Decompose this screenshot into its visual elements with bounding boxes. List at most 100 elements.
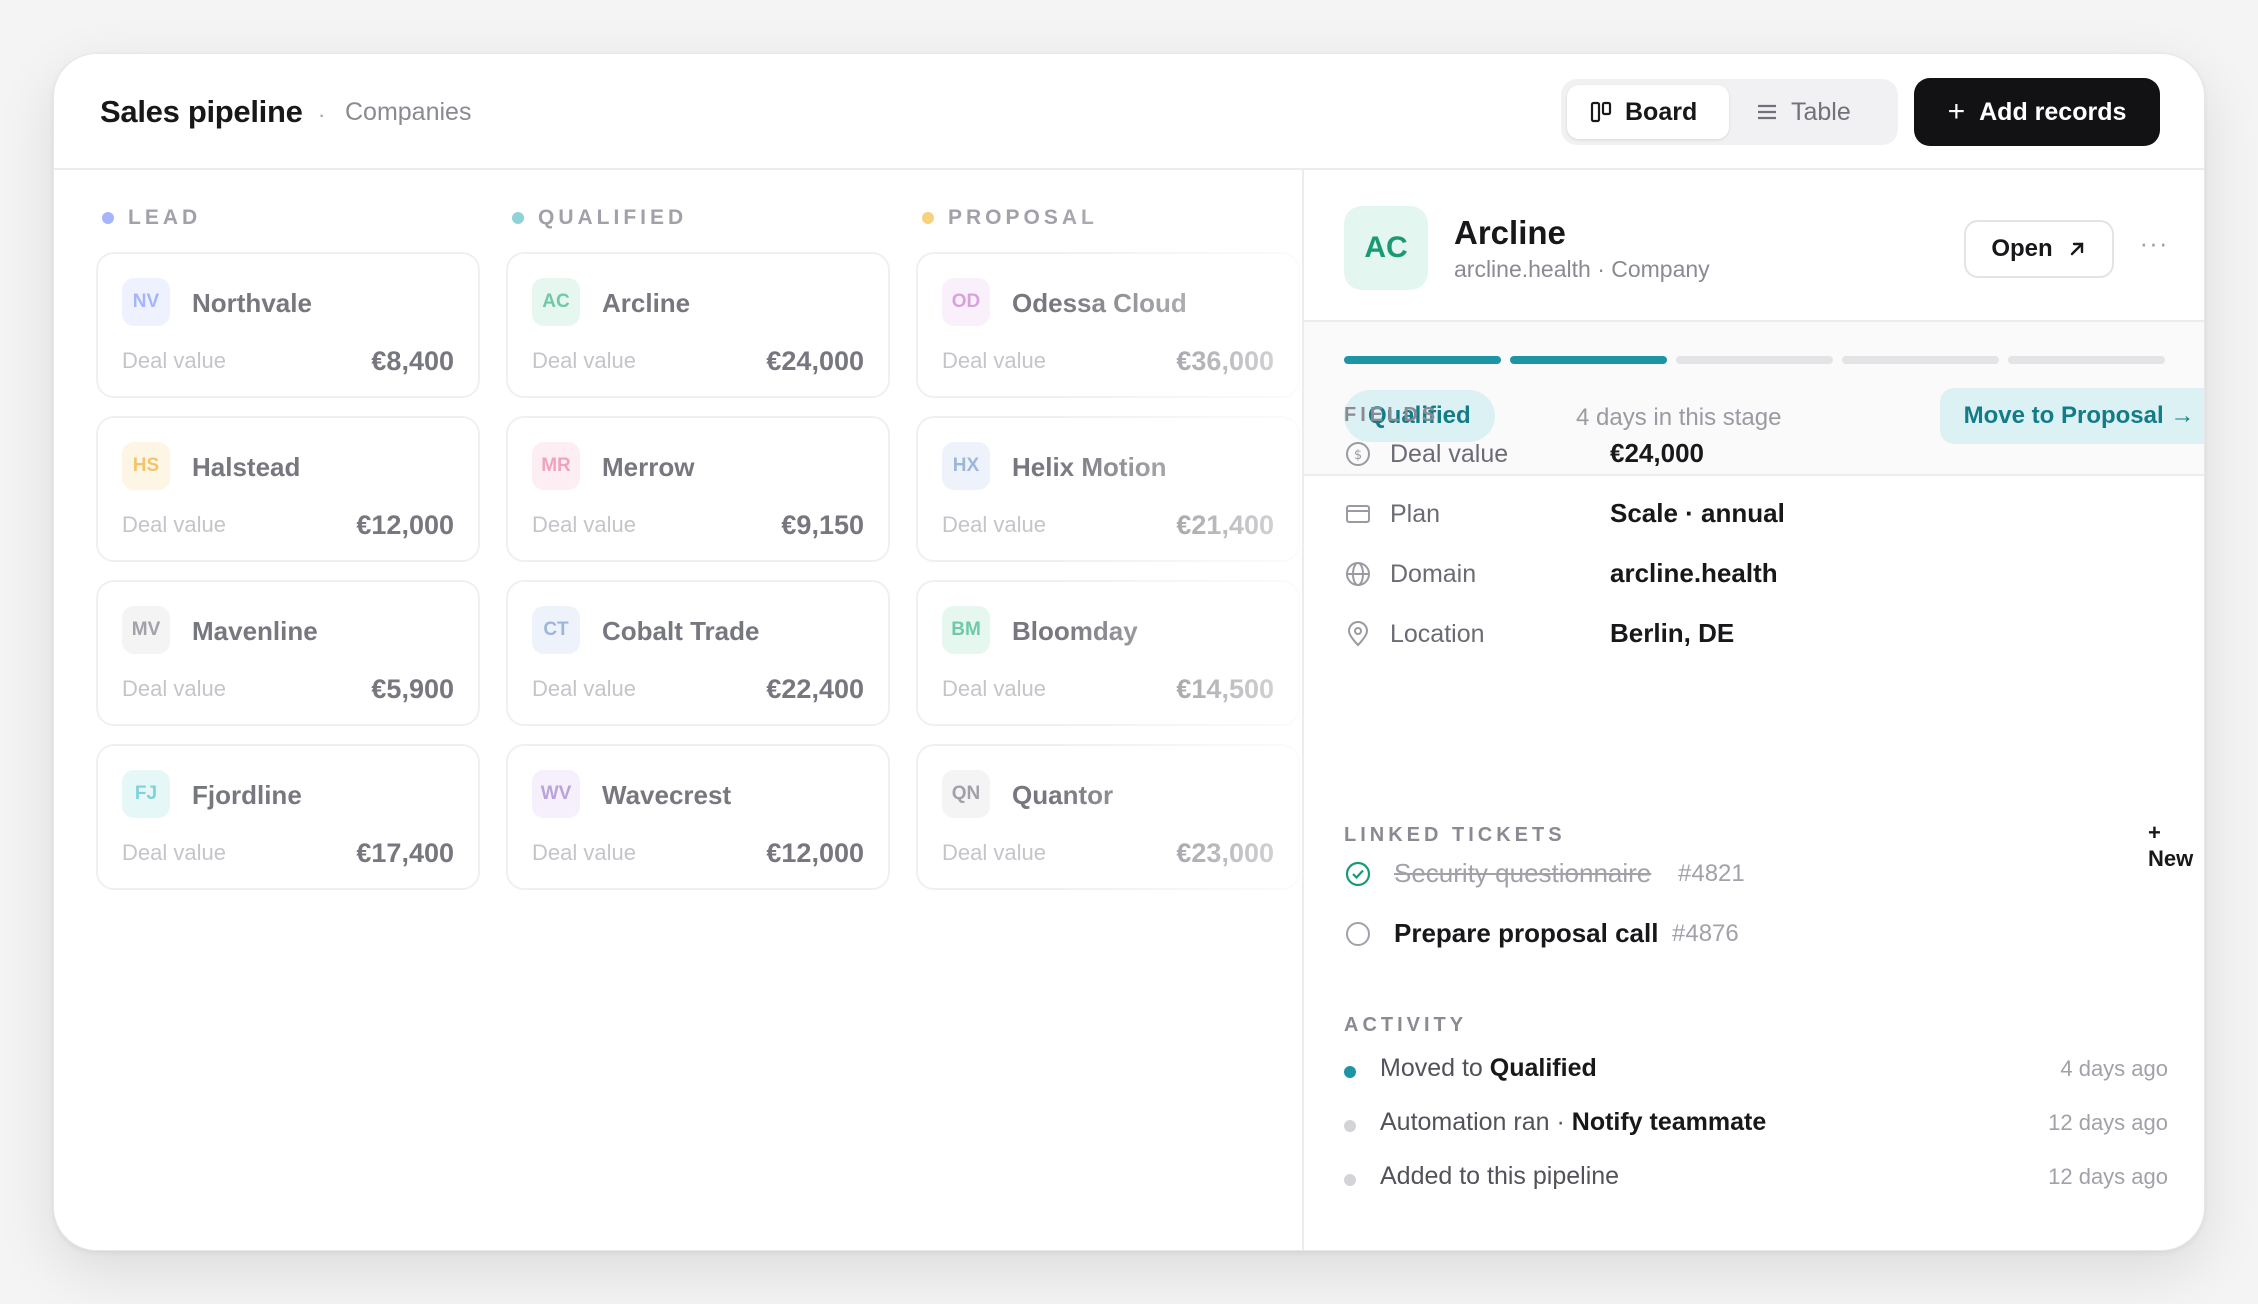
activity-text: Moved to Qualified xyxy=(1380,1054,1597,1082)
activity-item: Automation ran · Notify teammate 12 days… xyxy=(1344,1104,2168,1144)
deal-value: €17,400 xyxy=(356,838,454,868)
company-initials-badge: NV xyxy=(122,278,170,326)
company-initials-badge: HX xyxy=(942,442,990,490)
company-initials-badge: HS xyxy=(122,442,170,490)
deal-value-label: Deal value xyxy=(942,348,1046,373)
deal-value-label: Deal value xyxy=(122,512,226,537)
company-card[interactable]: QN Quantor Deal value €23,000 xyxy=(916,744,1300,890)
column-title: PROPOSAL xyxy=(948,206,1098,229)
activity-text: Automation ran · Notify teammate xyxy=(1380,1108,1767,1136)
stage-dot xyxy=(922,212,934,224)
stage-progress-segment xyxy=(1676,356,1833,364)
table-view-button[interactable]: Table xyxy=(1733,85,1891,139)
stage-progress-segment xyxy=(1510,356,1667,364)
company-initials-badge: BM xyxy=(942,606,990,654)
column-title: LEAD xyxy=(128,206,202,229)
deal-value: €23,000 xyxy=(1176,838,1274,868)
company-initials-badge: MR xyxy=(532,442,580,490)
app-window: Sales pipeline · Companies Board Table +… xyxy=(53,53,2205,1251)
activity-item: Added to this pipeline 12 days ago xyxy=(1344,1158,2168,1198)
activity-dot xyxy=(1344,1066,1356,1078)
page-title: Sales pipeline xyxy=(100,94,303,129)
company-name: Cobalt Trade xyxy=(602,616,760,646)
company-name: Northvale xyxy=(192,288,312,318)
open-record-button[interactable]: Open xyxy=(1964,220,2114,278)
company-card[interactable]: CT Cobalt Trade Deal value €22,400 xyxy=(506,580,890,726)
activity-dot xyxy=(1344,1120,1356,1132)
company-initials-badge: QN xyxy=(942,770,990,818)
ticket-number: #4821 xyxy=(1678,860,1745,887)
fields-heading: FIELDS xyxy=(1344,404,1440,426)
field-location: Location Berlin, DE xyxy=(1344,614,2164,654)
open-circle-icon xyxy=(1346,922,1370,946)
company-card[interactable]: NV Northvale Deal value €8,400 xyxy=(96,252,480,398)
deal-value-label: Deal value xyxy=(122,676,226,701)
field-value[interactable]: arcline.health xyxy=(1610,558,1778,589)
deal-value: €36,000 xyxy=(1176,346,1274,376)
ticket-number: #4876 xyxy=(1672,920,1739,947)
deal-value: €9,150 xyxy=(781,510,864,540)
more-options-button[interactable]: ··· xyxy=(2132,228,2176,268)
stage-progress-segment xyxy=(2008,356,2165,364)
field-value[interactable]: Scale · annual xyxy=(1610,498,1785,529)
new-ticket-button[interactable]: + New xyxy=(2148,820,2204,872)
deal-value: €12,000 xyxy=(766,838,864,868)
company-card[interactable]: OD Odessa Cloud Deal value €36,000 xyxy=(916,252,1300,398)
record-detail-panel: AC Arcline arcline.health · Company Open… xyxy=(1302,170,2204,1250)
deal-value-label: Deal value xyxy=(122,840,226,865)
field-value[interactable]: €24,000 xyxy=(1610,438,1704,469)
field-value[interactable]: Berlin, DE xyxy=(1610,618,1734,649)
company-initials-badge: OD xyxy=(942,278,990,326)
company-initials-badge: AC xyxy=(532,278,580,326)
deal-value-label: Deal value xyxy=(532,512,636,537)
company-name: Halstead xyxy=(192,452,301,482)
company-initials-badge: FJ xyxy=(122,770,170,818)
company-card[interactable]: AC Arcline Deal value €24,000 xyxy=(506,252,890,398)
company-name: Fjordline xyxy=(192,780,302,810)
field-label: Domain xyxy=(1390,560,1477,588)
linked-tickets-heading: LINKED TICKETS xyxy=(1344,824,1566,846)
company-initials-badge: CT xyxy=(532,606,580,654)
check-circle-icon xyxy=(1345,861,1371,887)
stage-progress-segment xyxy=(1344,356,1501,364)
record-name: Arcline xyxy=(1454,214,1566,251)
activity-text: Added to this pipeline xyxy=(1380,1162,1620,1190)
column-header: LEAD xyxy=(102,206,201,230)
column-header: PROPOSAL xyxy=(922,206,1098,230)
activity-heading: ACTIVITY xyxy=(1344,1014,1468,1036)
stage-progress-segment xyxy=(1842,356,1999,364)
deal-value: €24,000 xyxy=(766,346,864,376)
svg-text:$: $ xyxy=(1354,448,1362,463)
field-deal-value: $ Deal value €24,000 xyxy=(1344,434,2164,474)
deal-value-label: Deal value xyxy=(532,840,636,865)
add-records-button[interactable]: + Add records xyxy=(1914,78,2160,146)
company-initials-badge: WV xyxy=(532,770,580,818)
column-header: QUALIFIED xyxy=(512,206,687,230)
table-view-label: Table xyxy=(1791,97,1851,126)
board-view-label: Board xyxy=(1625,97,1698,126)
stage-dot xyxy=(512,212,524,224)
card-icon xyxy=(1346,505,1370,523)
ticket-title: Prepare proposal call xyxy=(1394,918,1659,948)
company-card[interactable]: WV Wavecrest Deal value €12,000 xyxy=(506,744,890,890)
stage-duration: 4 days in this stage xyxy=(1576,404,1782,431)
company-card[interactable]: HS Halstead Deal value €12,000 xyxy=(96,416,480,562)
field-label: Plan xyxy=(1390,500,1441,528)
page-subtitle[interactable]: Companies xyxy=(345,98,471,127)
company-card[interactable]: FJ Fjordline Deal value €17,400 xyxy=(96,744,480,890)
field-label: Deal value xyxy=(1390,440,1509,468)
field-plan: Plan Scale · annual xyxy=(1344,494,2164,534)
title-separator: · xyxy=(318,102,326,127)
board-icon xyxy=(1590,101,1612,123)
ticket-item[interactable]: Security questionnaire #4821 xyxy=(1344,854,2144,894)
company-card[interactable]: MV Mavenline Deal value €5,900 xyxy=(96,580,480,726)
deal-value-label: Deal value xyxy=(942,676,1046,701)
deal-value: €21,400 xyxy=(1176,510,1274,540)
board-view-button[interactable]: Board xyxy=(1567,85,1729,139)
ticket-title: Security questionnaire xyxy=(1394,858,1652,888)
stage-dot xyxy=(102,212,114,224)
company-card[interactable]: HX Helix Motion Deal value €21,400 xyxy=(916,416,1300,562)
company-card[interactable]: MR Merrow Deal value €9,150 xyxy=(506,416,890,562)
company-card[interactable]: BM Bloomday Deal value €14,500 xyxy=(916,580,1300,726)
ticket-item[interactable]: Prepare proposal call #4876 xyxy=(1344,914,2144,954)
